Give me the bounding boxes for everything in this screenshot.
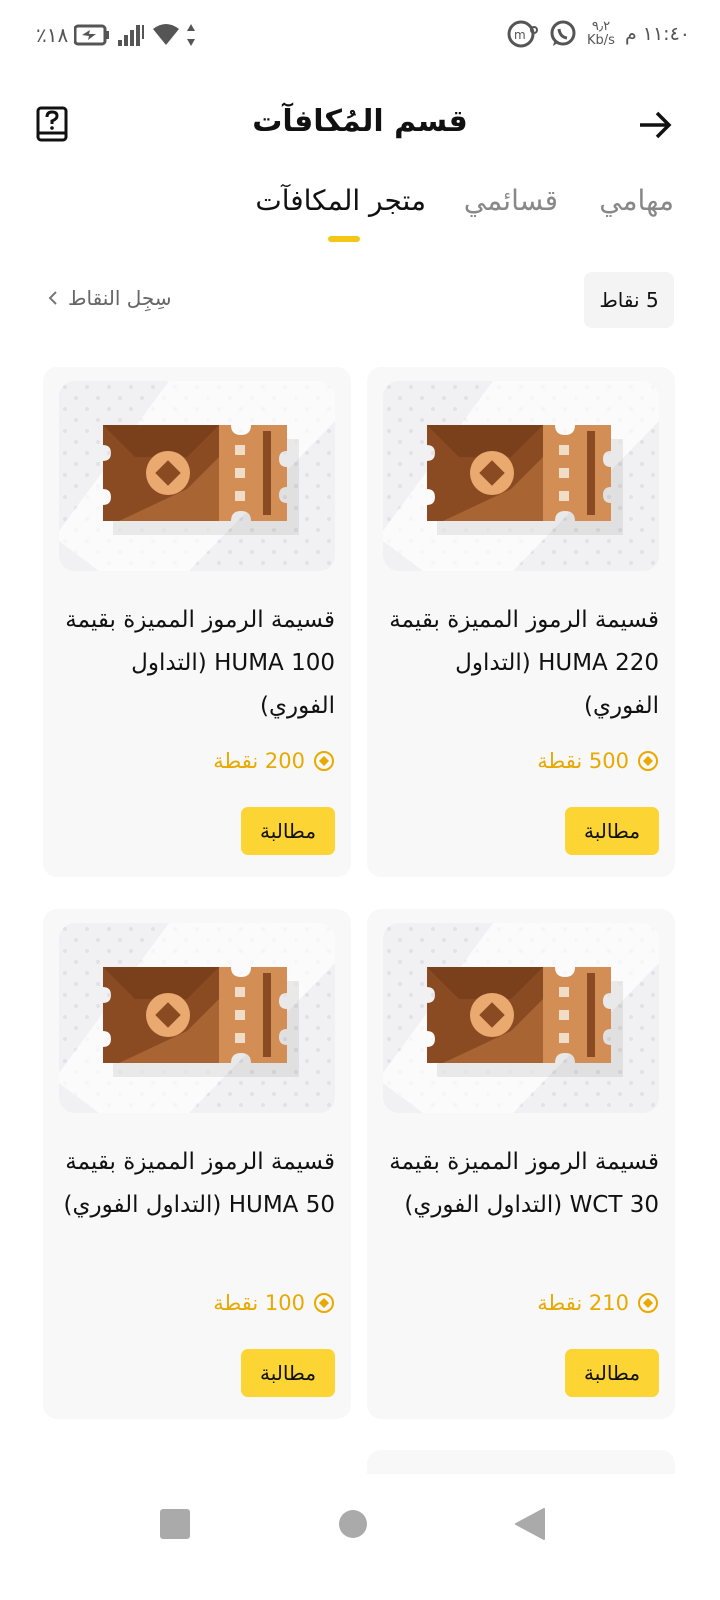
- back-arrow-icon[interactable]: [638, 110, 672, 140]
- claim-button[interactable]: مطالبة: [565, 807, 659, 855]
- battery-charging-icon: [74, 24, 110, 46]
- reward-price-label: 200 نقطة: [213, 749, 305, 773]
- voucher-ticket-image: [383, 381, 659, 571]
- battery-percent: ٪١٨: [36, 23, 69, 47]
- reward-card: قسيمة الرموز المميزة بقيمة HUMA 220 (الت…: [367, 367, 675, 877]
- reward-price: 500 نقطة: [537, 749, 659, 773]
- voucher-ticket-image: [59, 923, 335, 1113]
- recents-square-icon[interactable]: [155, 1504, 195, 1544]
- whatsapp-icon: [550, 20, 576, 46]
- speed-value: ٩٫٢: [591, 19, 611, 34]
- reward-title: قسيمة الرموز المميزة بقيمة WCT 30 (التدا…: [389, 1149, 659, 1218]
- reward-card: قسيمة الرموز المميزة بقيمة WCT 30 (التدا…: [367, 909, 675, 1419]
- svg-text:m: m: [514, 28, 526, 42]
- active-tab-indicator: [328, 236, 360, 242]
- status-right: m ٩٫٢ Kb/s ١١:٤٠ م: [507, 20, 690, 48]
- points-coin-icon: [638, 751, 658, 771]
- system-nav-bar: [0, 1474, 720, 1600]
- tab-my-vouchers[interactable]: قسائمي: [464, 184, 558, 217]
- reward-title: قسيمة الرموز المميزة بقيمة HUMA 220 (الت…: [389, 607, 659, 719]
- back-triangle-icon[interactable]: [510, 1504, 550, 1544]
- reward-card: قسيمة الرموز المميزة بقيمة HUMA 100 (الت…: [43, 367, 351, 877]
- data-arrows-icon: [187, 24, 196, 46]
- clock: ١١:٤٠ م: [624, 23, 690, 45]
- home-circle-icon[interactable]: [333, 1504, 373, 1544]
- voucher-ticket-image: [59, 381, 335, 571]
- header: قسم المُكافآت: [0, 96, 720, 156]
- reward-price-label: 210 نقطة: [537, 1291, 629, 1315]
- points-balance: 5 نقاط: [599, 288, 659, 312]
- reward-title: قسيمة الرموز المميزة بقيمة HUMA 50 (التد…: [63, 1149, 335, 1218]
- chevron-left-icon: [48, 291, 57, 305]
- points-history-label: سِجِل النقاط: [68, 286, 172, 310]
- claim-button[interactable]: مطالبة: [241, 807, 335, 855]
- claim-button[interactable]: مطالبة: [241, 1349, 335, 1397]
- tabs: مهامي قسائمي متجر المكافآت: [0, 180, 720, 250]
- points-coin-icon: [314, 751, 334, 771]
- points-coin-icon: [314, 1293, 334, 1313]
- voucher-ticket-image: [383, 923, 659, 1113]
- reward-price-label: 100 نقطة: [213, 1291, 305, 1315]
- points-history-link[interactable]: سِجِل النقاط: [48, 286, 172, 310]
- reward-card: قسيمة الرموز المميزة بقيمة HUMA 50 (التد…: [43, 909, 351, 1419]
- network-speed: ٩٫٢ Kb/s: [587, 20, 615, 48]
- reward-price: 210 نقطة: [537, 1291, 659, 1315]
- reward-price: 200 نقطة: [213, 749, 335, 773]
- tab-my-tasks[interactable]: مهامي: [599, 184, 674, 217]
- points-coin-icon: [638, 1293, 658, 1313]
- wifi-icon: [153, 24, 180, 45]
- status-bar: ٪١٨ m ٩٫٢ Kb/s ١١:٤٠ م: [0, 0, 720, 80]
- status-left: ٪١٨: [36, 22, 196, 48]
- page-title: قسم المُكافآت: [252, 104, 468, 139]
- signal-icon: [118, 25, 145, 46]
- points-balance-badge: 5 نقاط: [584, 272, 674, 328]
- tab-rewards-store[interactable]: متجر المكافآت: [255, 184, 426, 217]
- reward-price-label: 500 نقطة: [537, 749, 629, 773]
- reward-price: 100 نقطة: [213, 1291, 335, 1315]
- app-notification-icon: m: [507, 20, 539, 48]
- claim-button[interactable]: مطالبة: [565, 1349, 659, 1397]
- reward-title: قسيمة الرموز المميزة بقيمة HUMA 100 (الت…: [65, 607, 335, 719]
- speed-unit: Kb/s: [587, 33, 615, 48]
